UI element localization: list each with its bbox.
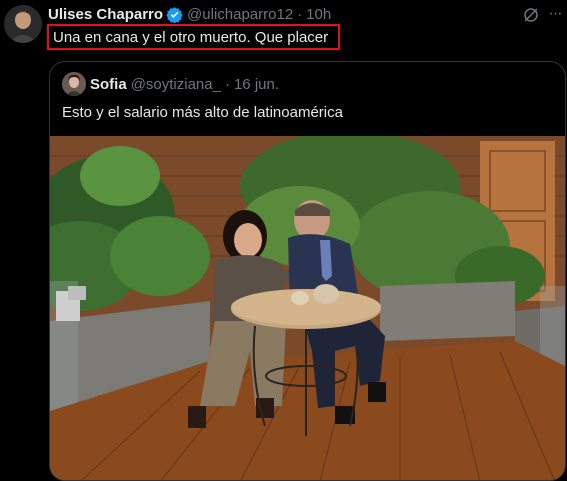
quoted-separator-dot: ·	[224, 75, 230, 93]
separator-dot: ·	[297, 5, 303, 23]
quoted-author-handle: @soytiziana_	[130, 75, 221, 93]
more-icon[interactable]: ···	[546, 6, 564, 24]
author-handle[interactable]: @ulichaparro12	[187, 6, 293, 23]
author-name[interactable]: Ulises Chaparro	[48, 6, 163, 23]
quoted-author-avatar	[62, 72, 86, 96]
quoted-tweet-text: Esto y el salario más alto de latinoamér…	[62, 104, 343, 121]
author-avatar[interactable]	[4, 5, 42, 43]
quoted-tweet-photo[interactable]	[50, 136, 565, 480]
tweet-text: Una en cana y el otro muerto. Que placer	[47, 24, 340, 50]
quoted-tweet-timestamp: 16 jun.	[233, 75, 280, 93]
tweet-header: Ulises Chaparro @ulichaparro12 · 10h	[48, 4, 331, 24]
quoted-author-name: Sofia	[90, 75, 127, 93]
quoted-tweet[interactable]: Sofia @soytiziana_ · 16 jun. Esto y el s…	[49, 61, 566, 481]
tweet-timestamp[interactable]: 10h	[306, 6, 331, 23]
verified-badge-icon	[166, 6, 183, 23]
grok-icon[interactable]	[522, 6, 540, 24]
quoted-tweet-header: Sofia @soytiziana_ · 16 jun.	[90, 74, 279, 94]
tweet-text-content: Una en cana y el otro muerto. Que placer	[53, 28, 329, 46]
